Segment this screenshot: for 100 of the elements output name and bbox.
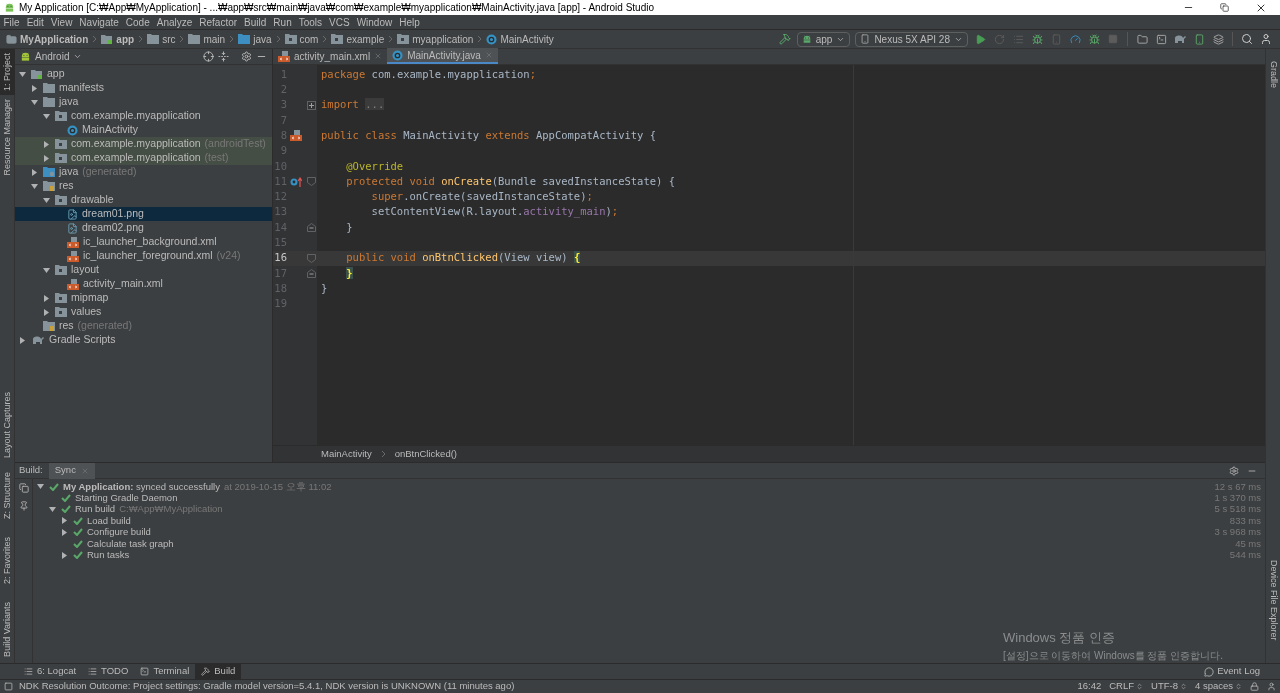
device-dropdown[interactable]: Nexus 5X API 28 [855,31,968,47]
breadcrumb-item[interactable]: example [330,31,386,47]
run-configuration-dropdown[interactable]: app [796,31,851,47]
fold-end-icon[interactable] [306,269,316,278]
expanded-arrow-icon[interactable] [19,70,26,78]
tree-item[interactable]: dream02.png [15,221,272,235]
tool-window-tab[interactable]: Device File Explorer [1266,556,1280,645]
tree-item[interactable]: layout [15,263,272,277]
expanded-arrow-icon[interactable] [37,483,44,491]
menu-item[interactable]: Help [395,14,424,30]
tool-tab[interactable]: TODO [82,663,135,680]
tree-item[interactable]: res (generated) [15,319,272,333]
breadcrumb-item[interactable]: com [283,31,320,47]
tool-window-tab[interactable]: Z: Structure [0,468,15,523]
tree-item[interactable]: com.example.myapplication [15,109,272,123]
indent-selector[interactable]: 4 spaces [1194,679,1242,693]
breadcrumb-item[interactable]: onBtnClicked() [394,446,457,462]
tree-item[interactable]: drawable [15,193,272,207]
image-file-icon [67,208,78,220]
menu-item[interactable]: Window [353,14,396,30]
menu-item[interactable]: Build [240,14,270,30]
fold-end-icon[interactable] [306,223,316,233]
tool-window-tab[interactable]: Gradle [1266,57,1280,92]
tool-window-tab[interactable]: Layout Captures [0,387,15,462]
list-icon [24,667,33,676]
breadcrumb-item[interactable]: app [100,31,136,47]
restore-button[interactable] [1220,3,1229,12]
tree-item[interactable]: ic_launcher_background.xml [15,235,272,249]
activation-message: [설정]으로 이동하여 Windows를 정품 인증합니다. [1003,648,1223,663]
menu-item[interactable]: Edit [23,14,48,30]
breadcrumb-item[interactable]: java [237,31,273,47]
menu-item[interactable]: View [47,14,76,30]
tree-item[interactable]: app [15,67,272,81]
menu-item[interactable]: File [0,14,24,30]
menu-item[interactable]: Run [269,14,296,30]
tool-tab[interactable]: 6: Logcat [18,663,83,680]
copy-icon[interactable] [18,483,29,493]
tree-item[interactable]: ic_launcher_foreground.xml (v24) [15,249,272,263]
tree-item[interactable]: values [15,305,272,319]
locate-icon[interactable] [203,51,214,62]
editor-tab[interactable]: MainActivity.java [387,48,498,64]
view-dropdown[interactable]: Android [20,49,83,64]
tree-item[interactable]: res [15,179,272,193]
tree-item[interactable]: java [15,95,272,109]
collapsed-arrow-icon[interactable] [31,84,38,92]
chevron-icon [229,35,235,43]
panel-tab[interactable]: Sync [48,462,95,479]
lock-icon[interactable] [1250,682,1259,691]
layout-file-icon[interactable] [290,130,302,142]
breadcrumb-item[interactable]: MyApplication [5,31,90,47]
folder-icon [43,97,55,107]
breadcrumb-item[interactable]: MainActivity [485,31,555,47]
chevron-icon [275,35,281,43]
tree-item[interactable]: mipmap [15,291,272,305]
encoding-selector[interactable]: UTF-8 [1151,679,1187,693]
tree-item[interactable]: activity_main.xml [15,277,272,291]
tool-window-tab[interactable]: 1: Project [0,49,15,96]
line-number: 16 [273,250,287,266]
collapsed-arrow-icon[interactable] [19,336,26,344]
folder-icon [43,83,55,93]
xml-file-icon [278,50,290,62]
collapsed-arrow-icon[interactable] [61,551,68,559]
event-log-button[interactable]: Event Log [1204,664,1260,679]
override-icon[interactable] [290,176,302,187]
tree-item[interactable]: manifests [15,81,272,95]
editor-tab[interactable]: activity_main.xml [273,48,388,64]
collapse-all-icon[interactable] [218,51,229,62]
menu-item[interactable]: Refactor [195,14,241,30]
menu-item[interactable]: Code [122,14,154,30]
tree-item[interactable]: Gradle Scripts [15,333,272,347]
fold-start-icon[interactable] [306,177,316,187]
caret-position[interactable]: 16:42 [1077,679,1102,693]
tree-item[interactable]: dream01.png [15,207,272,221]
breadcrumb-item[interactable]: src [146,31,177,47]
tree-item[interactable]: MainActivity [15,123,272,137]
package-icon [55,307,67,317]
menu-item[interactable]: VCS [325,14,354,30]
tool-window-tab[interactable]: Resource Manager [0,95,15,180]
menu-item[interactable]: Analyze [153,14,196,30]
tool-tab[interactable]: Terminal [134,663,196,680]
expanded-arrow-icon[interactable] [49,505,56,513]
package-icon [55,111,67,121]
resource-folder-icon [43,321,55,331]
settings-icon[interactable] [1229,465,1239,476]
tree-item[interactable]: java (generated) [15,165,272,179]
tool-window-tab[interactable]: 2: Favorites [0,533,15,589]
breadcrumb-item[interactable]: MainActivity [321,446,372,462]
pin-icon[interactable] [18,501,29,511]
expanded-arrow-icon[interactable] [43,266,50,274]
menu-item[interactable]: Navigate [75,14,123,30]
expand-fold-icon[interactable] [306,100,316,110]
menu-item[interactable]: Tools [295,14,326,30]
breadcrumb-item[interactable]: main [187,31,227,47]
tool-tab[interactable]: Build [195,663,242,680]
tool-window-tab[interactable]: Build Variants [0,598,15,661]
settings-icon[interactable] [241,51,252,62]
package-icon [284,34,297,44]
breadcrumb-item[interactable]: myapplication [396,31,475,47]
line-separator-selector[interactable]: CRLF [1109,679,1144,693]
fold-start-icon[interactable] [306,253,316,263]
